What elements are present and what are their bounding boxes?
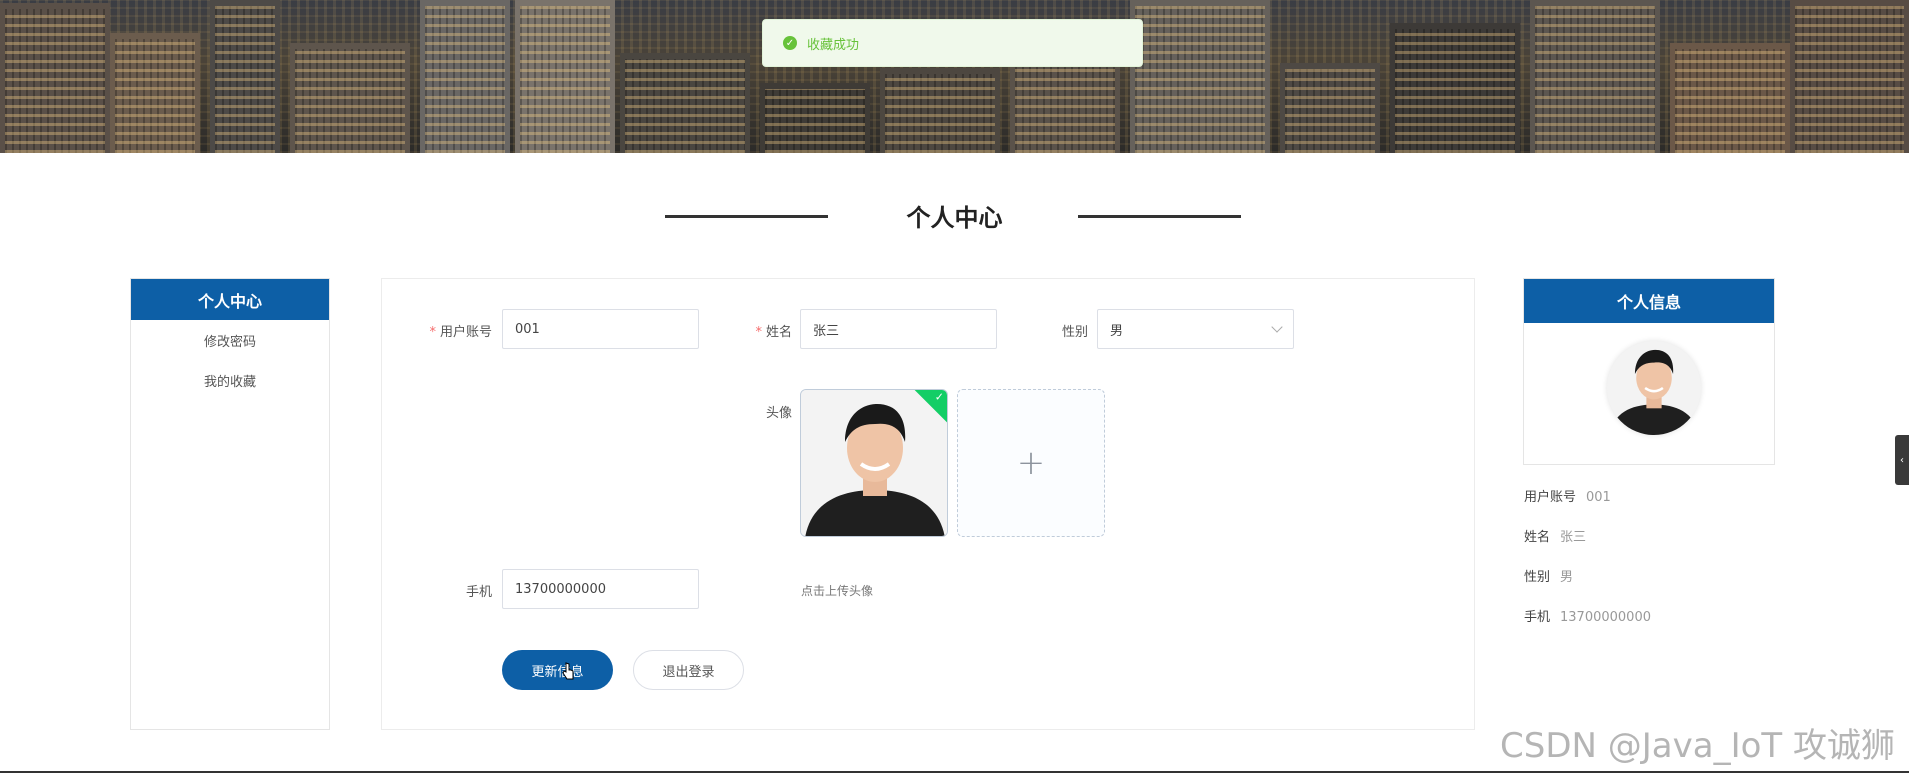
- sidebar-item-change-password[interactable]: 修改密码: [131, 320, 329, 360]
- avatar-upload-button[interactable]: +: [957, 389, 1105, 537]
- required-mark: *: [429, 325, 436, 340]
- info-row-phone: 手机 13700000000: [1524, 610, 1651, 625]
- avatar-portrait: [1607, 341, 1701, 435]
- info-row-account: 用户账号 001: [1524, 490, 1611, 505]
- check-icon: ✓: [934, 390, 944, 404]
- required-mark: *: [755, 325, 762, 340]
- phone-input[interactable]: 13700000000: [502, 569, 699, 609]
- building: [1130, 0, 1270, 153]
- building: [0, 3, 110, 153]
- page-title: 个人中心: [906, 204, 1003, 232]
- avatar-preview[interactable]: ✓: [800, 389, 948, 537]
- account-input[interactable]: 001: [502, 309, 699, 349]
- building: [1280, 63, 1380, 153]
- update-info-button[interactable]: 更新信息: [502, 650, 613, 690]
- building: [760, 83, 870, 153]
- avatar-upload-hint[interactable]: 点击上传头像: [801, 582, 873, 599]
- gender-label: 性别: [1061, 325, 1088, 340]
- avatar-label: 头像: [765, 406, 792, 421]
- building: [420, 0, 510, 153]
- building: [110, 33, 200, 153]
- hand-cursor-icon: [562, 662, 574, 680]
- avatar: [1607, 341, 1701, 435]
- success-toast: ✓ 收藏成功: [762, 19, 1143, 67]
- gender-select-value: 男: [1110, 323, 1124, 339]
- chevron-left-icon: ‹: [1900, 454, 1904, 466]
- sidebar-item-favorites[interactable]: 我的收藏: [131, 360, 329, 400]
- side-drawer-tab[interactable]: ‹: [1895, 435, 1909, 485]
- title-divider-right: [1078, 215, 1241, 218]
- personal-info-card: 个人信息: [1523, 278, 1775, 465]
- building: [290, 43, 410, 153]
- building: [515, 0, 615, 153]
- toast-message: 收藏成功: [807, 37, 860, 53]
- phone-label: 手机: [465, 585, 492, 600]
- account-label: * 用户账号: [429, 325, 492, 340]
- chevron-down-icon: [1271, 321, 1283, 333]
- name-input[interactable]: 张三: [800, 309, 997, 349]
- info-row-name: 姓名 张三: [1524, 530, 1587, 545]
- building: [1670, 43, 1790, 153]
- info-row-gender: 性别男: [1524, 570, 1574, 585]
- building: [210, 0, 280, 153]
- check-circle-icon: ✓: [783, 36, 797, 50]
- sidebar-title[interactable]: 个人中心: [131, 279, 329, 320]
- sidebar: 个人中心 修改密码 我的收藏: [130, 278, 330, 730]
- building: [620, 53, 750, 153]
- avatar-portrait: [801, 390, 947, 536]
- info-card-title: 个人信息: [1524, 279, 1774, 323]
- building: [1790, 0, 1909, 153]
- name-label: * 姓名: [755, 325, 792, 340]
- section-header: 个人中心: [0, 198, 1909, 232]
- plus-icon: +: [1016, 443, 1046, 483]
- building: [880, 68, 1000, 153]
- building: [1390, 23, 1520, 153]
- watermark: CSDN @Java_IoT 攻诚狮: [1500, 726, 1895, 766]
- building: [1530, 0, 1660, 153]
- logout-button[interactable]: 退出登录: [633, 650, 744, 690]
- gender-select[interactable]: 男: [1097, 309, 1294, 349]
